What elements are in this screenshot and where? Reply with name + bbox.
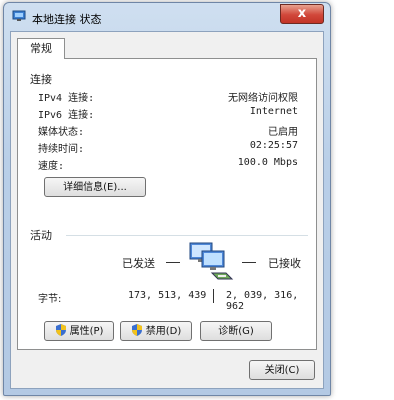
uac-shield-icon (131, 324, 143, 336)
speed-value: 100.0 Mbps (237, 157, 298, 168)
network-connection-icon (12, 10, 26, 22)
details-button[interactable]: 详细信息(E)... (44, 177, 146, 197)
close-window-button[interactable]: x (280, 4, 324, 24)
bytes-label: 字节: (38, 294, 62, 305)
close-button[interactable]: 关闭(C) (249, 360, 315, 380)
general-panel: 连接 IPv4 连接: 无网络访问权限 IPv6 连接: Internet 媒体… (17, 58, 317, 350)
duration-value: 02:25:57 (249, 140, 298, 151)
connection-section-label: 连接 (30, 73, 52, 86)
uac-shield-icon (55, 324, 67, 336)
activity-separator (66, 235, 308, 236)
media-state-value: 已启用 (268, 127, 298, 138)
activity-divider (213, 289, 214, 303)
properties-label: 属性(P) (69, 326, 104, 337)
status-window: 本地连接 状态 x 常规 连接 IPv4 连接: 无网络访问权限 IPv6 连接… (3, 2, 331, 396)
media-state-label: 媒体状态: (38, 127, 85, 138)
ipv4-label: IPv4 连接: (38, 93, 95, 104)
bytes-sent-value: 173, 513, 439 (128, 290, 207, 301)
network-computers-icon (188, 239, 238, 287)
diagnose-button[interactable]: 诊断(G) (200, 321, 272, 341)
properties-button[interactable]: 属性(P) (44, 321, 114, 341)
ipv6-value: Internet (249, 106, 298, 117)
activity-section-label: 活动 (30, 229, 52, 242)
title-bar[interactable]: 本地连接 状态 x (4, 3, 330, 31)
disable-button[interactable]: 禁用(D) (120, 321, 192, 341)
ipv6-label: IPv6 连接: (38, 110, 95, 121)
window-title: 本地连接 状态 (32, 13, 102, 26)
received-label: 已接收 (268, 257, 301, 270)
ipv4-value: 无网络访问权限 (228, 93, 298, 104)
speed-label: 速度: (38, 161, 65, 172)
dialog-client: 常规 连接 IPv4 连接: 无网络访问权限 IPv6 连接: Internet… (10, 31, 324, 389)
sent-dash (166, 262, 180, 263)
sent-label: 已发送 (122, 257, 155, 270)
duration-label: 持续时间: (38, 144, 85, 155)
bytes-received-value: 2, 039, 316, 962 (226, 290, 299, 312)
disable-label: 禁用(D) (145, 326, 182, 337)
tab-general[interactable]: 常规 (17, 38, 65, 59)
received-dash (242, 262, 256, 263)
